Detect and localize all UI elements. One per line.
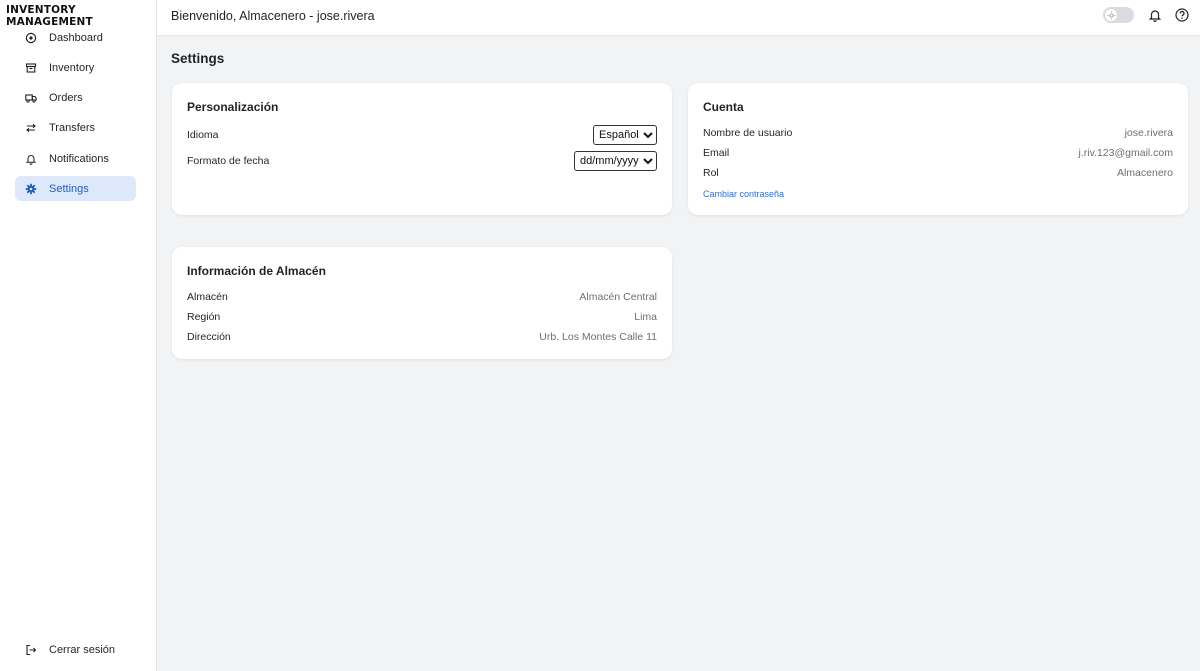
- email-value: j.riv.123@gmail.com: [1078, 147, 1174, 159]
- username-label: Nombre de usuario: [703, 127, 793, 139]
- logout-label: Cerrar sesión: [49, 644, 116, 656]
- warehouse-name-label: Almacén: [187, 291, 228, 303]
- address-label: Dirección: [187, 331, 231, 343]
- arrows-left-right-icon: [25, 122, 37, 134]
- change-password-link[interactable]: Cambiar contraseña: [703, 189, 784, 199]
- sidebar-item-label: Dashboard: [49, 31, 103, 44]
- language-row: Idioma Español: [187, 125, 657, 145]
- role-label: Rol: [703, 167, 719, 179]
- truck-icon: [25, 92, 37, 104]
- sidebar: INVENTORY MANAGEMENT Dashboard Inventory…: [0, 0, 157, 671]
- help-icon[interactable]: [1175, 8, 1189, 22]
- account-card: Cuenta Nombre de usuario jose.rivera Ema…: [688, 83, 1188, 215]
- warehouse-name-row: Almacén Almacén Central: [187, 291, 657, 303]
- logout-icon: [25, 644, 37, 656]
- personalization-title: Personalización: [187, 100, 279, 114]
- sidebar-item-label: Transfers: [49, 122, 96, 135]
- username-value: jose.rivera: [1124, 127, 1173, 139]
- language-select[interactable]: Español: [593, 125, 657, 145]
- language-label: Idioma: [187, 129, 219, 141]
- archive-icon: [25, 62, 37, 74]
- bell-icon: [25, 153, 37, 165]
- notifications-bell-icon[interactable]: [1148, 8, 1162, 22]
- warehouse-info-title: Información de Almacén: [187, 264, 326, 278]
- role-row: Rol Almacenero: [703, 167, 1173, 179]
- date-format-select[interactable]: dd/mm/yyyy: [574, 151, 657, 171]
- sun-icon: [1105, 9, 1117, 21]
- sidebar-item-settings[interactable]: Settings: [15, 176, 136, 202]
- sidebar-nav: Dashboard Inventory Orders Transfers Not…: [15, 25, 136, 207]
- sidebar-item-transfers[interactable]: Transfers: [15, 116, 136, 141]
- top-bar: Bienvenido, Almacenero - jose.rivera: [157, 0, 1200, 36]
- sidebar-item-dashboard[interactable]: Dashboard: [15, 25, 136, 50]
- warehouse-info-card: Información de Almacén Almacén Almacén C…: [172, 247, 672, 359]
- dashboard-icon: [25, 32, 37, 44]
- role-value: Almacenero: [1116, 167, 1173, 179]
- email-row: Email j.riv.123@gmail.com: [703, 147, 1173, 159]
- sidebar-item-label: Settings: [49, 182, 89, 195]
- sidebar-item-orders[interactable]: Orders: [15, 86, 136, 111]
- warehouse-name-value: Almacén Central: [579, 291, 657, 303]
- sidebar-item-notifications[interactable]: Notifications: [15, 146, 136, 171]
- date-format-row: Formato de fecha dd/mm/yyyy: [187, 151, 657, 171]
- gear-icon: [25, 183, 37, 195]
- personalization-card: Personalización Idioma Español Formato d…: [172, 83, 672, 215]
- sidebar-item-label: Inventory: [49, 61, 95, 74]
- account-title: Cuenta: [703, 100, 744, 114]
- email-label: Email: [703, 147, 730, 159]
- address-value: Urb. Los Montes Calle 11: [539, 331, 657, 343]
- sidebar-item-inventory[interactable]: Inventory: [15, 55, 136, 80]
- address-row: Dirección Urb. Los Montes Calle 11: [187, 331, 657, 343]
- region-label: Región: [187, 311, 221, 323]
- username-row: Nombre de usuario jose.rivera: [703, 127, 1173, 139]
- sidebar-item-label: Notifications: [49, 152, 109, 165]
- page-title: Settings: [171, 51, 225, 66]
- theme-toggle[interactable]: [1103, 7, 1134, 23]
- sidebar-item-label: Orders: [49, 92, 83, 105]
- region-value: Lima: [634, 311, 657, 323]
- welcome-message: Bienvenido, Almacenero - jose.rivera: [171, 9, 375, 23]
- region-row: Región Lima: [187, 311, 657, 323]
- date-format-label: Formato de fecha: [187, 155, 270, 167]
- logout-button[interactable]: Cerrar sesión: [25, 644, 115, 656]
